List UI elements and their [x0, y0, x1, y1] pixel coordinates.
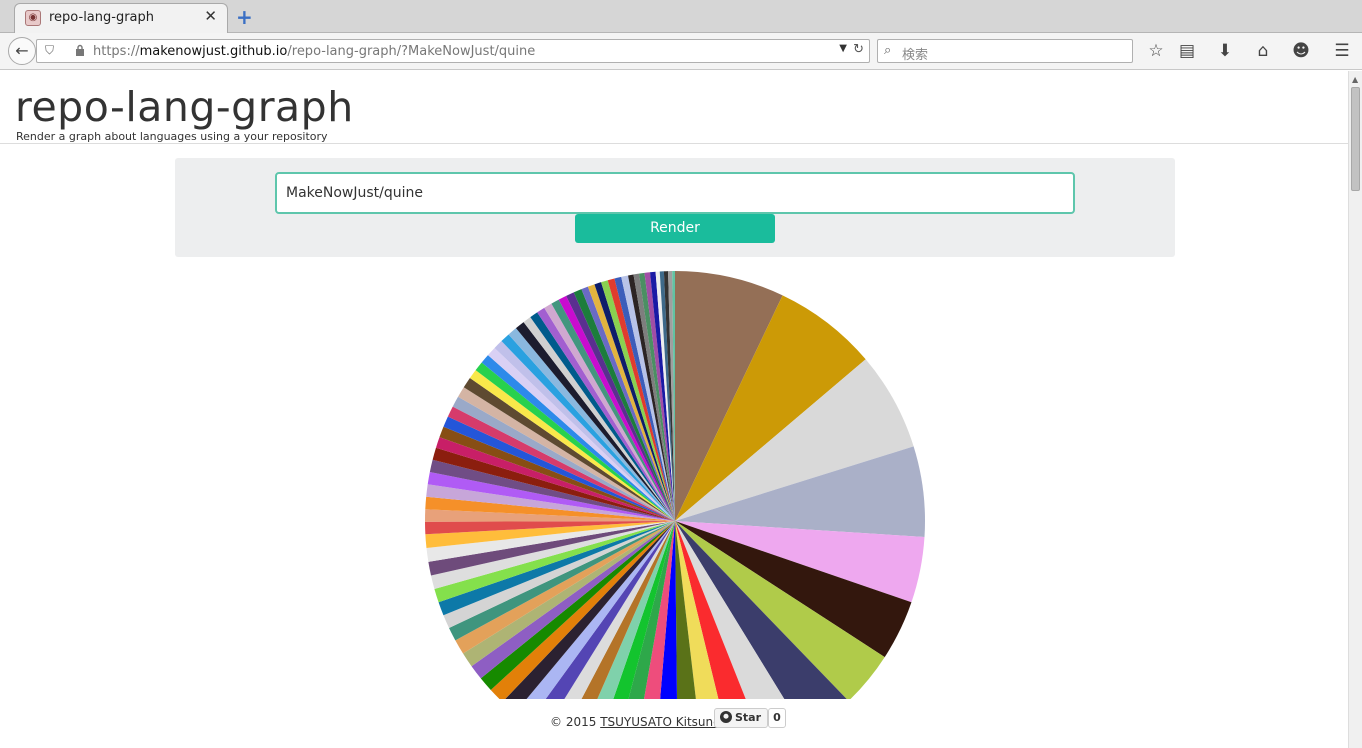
- github-star-count: 0: [768, 708, 786, 728]
- url-text: https://makenowjust.github.io/repo-lang-…: [93, 44, 536, 59]
- home-icon[interactable]: ⌂: [1252, 40, 1274, 62]
- address-bar[interactable]: ⛉ https://makenowjust.github.io/repo-lan…: [36, 39, 870, 63]
- footer-copyright: © 2015: [550, 715, 597, 729]
- browser-tab[interactable]: ◉ repo-lang-graph ✕: [14, 3, 228, 34]
- language-pie-chart: [425, 271, 926, 699]
- reading-list-icon[interactable]: ▤: [1176, 40, 1198, 62]
- footer: © 2015 TSUYUSATO Kitsune: [550, 715, 721, 729]
- navigation-bar: ← ⛉ https://makenowjust.github.io/repo-l…: [0, 33, 1362, 70]
- lock-icon: [76, 44, 84, 56]
- page-content: repo-lang-graph Render a graph about lan…: [0, 71, 1348, 748]
- close-tab-icon[interactable]: ✕: [204, 7, 217, 25]
- tab-title: repo-lang-graph: [49, 10, 155, 25]
- site-favicon-icon: ◉: [25, 10, 41, 26]
- smiley-icon[interactable]: ☻: [1290, 40, 1312, 62]
- search-placeholder: 検索: [902, 48, 929, 63]
- new-tab-icon[interactable]: +: [236, 5, 253, 29]
- tab-bar: ◉ repo-lang-graph ✕ +: [0, 0, 1362, 34]
- star-icon[interactable]: ☆: [1145, 40, 1167, 62]
- download-icon[interactable]: ⬇: [1214, 40, 1236, 62]
- github-star-label: Star: [735, 711, 762, 724]
- scrollbar-thumb[interactable]: [1351, 87, 1360, 191]
- back-arrow-icon[interactable]: ←: [8, 37, 36, 65]
- search-bar[interactable]: ⌕ 検索: [877, 39, 1133, 63]
- hamburger-menu-icon[interactable]: ☰: [1331, 40, 1353, 62]
- footer-author-link[interactable]: TSUYUSATO Kitsune: [600, 715, 720, 729]
- scroll-up-icon[interactable]: ▲: [1352, 75, 1358, 84]
- reload-icon[interactable]: ↻: [853, 42, 864, 57]
- vertical-scrollbar[interactable]: ▲: [1348, 71, 1362, 748]
- github-icon: [720, 711, 732, 723]
- search-icon: ⌕: [884, 43, 892, 58]
- github-star-button[interactable]: Star: [714, 708, 769, 728]
- shield-icon[interactable]: ⛉: [45, 43, 54, 58]
- url-dropdown-icon[interactable]: ▼: [839, 43, 847, 54]
